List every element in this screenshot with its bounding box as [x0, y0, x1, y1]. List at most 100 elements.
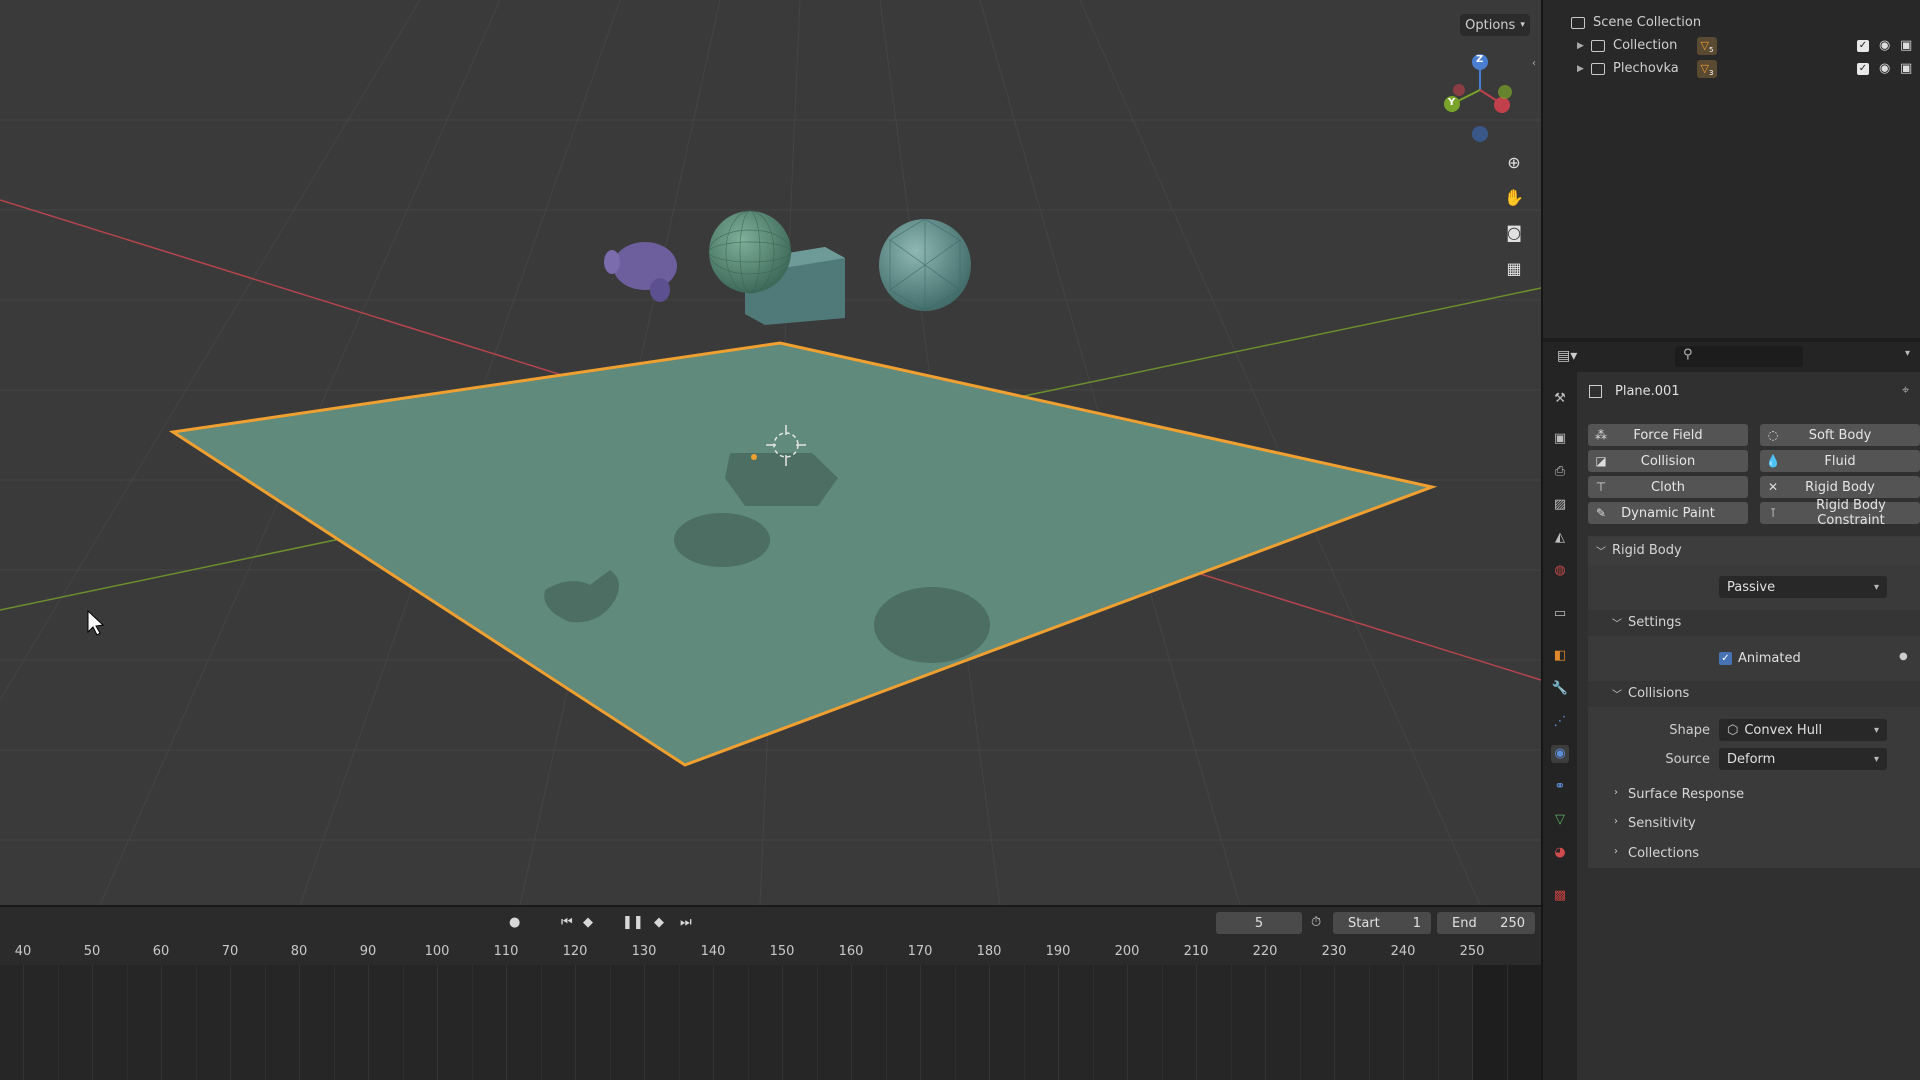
render-camera-icon[interactable]: ▣ [1900, 38, 1912, 53]
particles-tab-icon[interactable]: ⋰ [1551, 713, 1569, 731]
ruler-gridline [1265, 965, 1266, 1080]
ruler-tick-label: 70 [221, 944, 239, 959]
type-dropdown[interactable]: Passive ▾ [1719, 576, 1887, 598]
pan-hand-icon[interactable]: ✋ [1500, 183, 1528, 211]
collection-icon [1591, 39, 1605, 52]
keyframe-dot-icon[interactable]: ● [1899, 651, 1908, 662]
ruler-gridline [920, 965, 921, 1080]
view-layer-tab-icon[interactable]: ▨ [1551, 496, 1569, 514]
shape-dropdown[interactable]: ⬡ Convex Hull ▾ [1719, 719, 1887, 741]
scene-tab-icon[interactable]: ◭ [1551, 529, 1569, 547]
stopwatch-icon[interactable]: ⏱ [1311, 915, 1321, 930]
collapse-sidebar-icon[interactable]: ‹ [1532, 58, 1536, 69]
ruler-tick-label: 210 [1183, 944, 1209, 959]
zoom-icon[interactable]: ⊕ [1500, 148, 1528, 176]
remove-x-icon: ✕ [1767, 480, 1779, 494]
modifier-tab-icon[interactable]: 🔧 [1551, 680, 1569, 698]
collisions-subpanel-header[interactable]: ﹀ Collisions [1588, 681, 1920, 707]
ruler-tick-label: 170 [907, 944, 933, 959]
expand-triangle-icon[interactable]: ▶ [1577, 41, 1591, 51]
ruler-gridline [92, 965, 93, 1080]
ruler-tick-label: 90 [359, 944, 377, 959]
chevron-right-icon: › [1614, 846, 1618, 857]
properties-search-input[interactable]: ⚲ [1675, 346, 1803, 367]
force-field-button[interactable]: ⁂ Force Field [1588, 424, 1748, 446]
rigid-body-remove-button[interactable]: ✕ Rigid Body [1760, 476, 1920, 498]
end-frame-field[interactable]: End 250 [1437, 912, 1535, 934]
tool-tab-icon[interactable]: ⚒ [1551, 390, 1569, 408]
sensitivity-subpanel[interactable]: › Sensitivity [1588, 812, 1920, 836]
animated-checkbox[interactable]: ✓ [1719, 652, 1732, 665]
texture-tab-icon[interactable]: ▩ [1551, 887, 1569, 905]
selected-plane [168, 341, 1438, 767]
ruler-tick-label: 150 [769, 944, 795, 959]
outliner-item-plechovka[interactable]: ▶ Plechovka ▽3 ✓ ◉ ▣ [1543, 57, 1920, 80]
output-tab-icon[interactable]: ⎙ [1551, 463, 1569, 481]
ruler-gridline [540, 965, 542, 1080]
ruler-tick-label: 140 [700, 944, 726, 959]
data-tab-icon[interactable]: ▽ [1551, 811, 1569, 829]
ruler-gridline [575, 965, 576, 1080]
exclude-checkbox[interactable]: ✓ [1857, 39, 1869, 52]
ruler-gridline [1437, 965, 1439, 1080]
dynamic-paint-button[interactable]: ✎ Dynamic Paint [1588, 502, 1748, 524]
render-tab-icon[interactable]: ▣ [1551, 430, 1569, 448]
world-tab-icon[interactable]: ◍ [1551, 562, 1569, 580]
ruler-tick-label: 180 [976, 944, 1002, 959]
timeline-keyframe-area[interactable] [0, 965, 1541, 1080]
current-frame-field[interactable]: 5 [1216, 912, 1302, 934]
outliner-item-collection[interactable]: ▶ Collection ▽5 ✓ ◉ ▣ [1543, 34, 1920, 57]
physics-tab-icon[interactable]: ◉ [1551, 745, 1569, 763]
record-icon[interactable]: ● [509, 915, 520, 930]
ruler-tick-label: 160 [838, 944, 864, 959]
prev-keyframe-icon[interactable]: ◆ [583, 915, 593, 930]
chevron-down-icon[interactable]: ▾ [1905, 348, 1910, 359]
soft-body-button[interactable]: ◌ Soft Body [1760, 424, 1920, 446]
mouse-cursor [87, 609, 105, 636]
uv-sphere-object [709, 211, 791, 293]
3d-viewport[interactable]: Options ▾ Z Y ⊕ ✋ ◙ ▦ ‹ [0, 0, 1541, 905]
outliner[interactable]: Scene Collection ▶ Collection ▽5 ✓ ◉ ▣ ▶… [1543, 0, 1920, 338]
exclude-checkbox[interactable]: ✓ [1857, 62, 1869, 75]
chevron-down-icon: ﹀ [1612, 690, 1622, 701]
collection-tab-icon[interactable]: ▭ [1551, 605, 1569, 623]
options-button[interactable]: Options ▾ [1460, 14, 1530, 36]
mesh-badge-icon[interactable]: ▽5 [1697, 36, 1717, 55]
shape-label: Shape [1669, 723, 1710, 738]
pause-icon[interactable]: ❚❚ [622, 915, 644, 930]
cloth-button[interactable]: ⊤ Cloth [1588, 476, 1748, 498]
ruler-gridline [747, 965, 749, 1080]
render-camera-icon[interactable]: ▣ [1900, 61, 1912, 76]
navigation-gizmo[interactable]: Z Y [1435, 50, 1515, 145]
eye-icon[interactable]: ◉ [1879, 38, 1890, 53]
ruler-gridline [1403, 965, 1404, 1080]
object-tab-icon[interactable]: ◧ [1551, 647, 1569, 665]
start-frame-field[interactable]: Start 1 [1333, 912, 1431, 934]
settings-subpanel-header[interactable]: ﹀ Settings [1588, 610, 1920, 636]
fluid-button[interactable]: 💧 Fluid [1760, 450, 1920, 472]
camera-view-icon[interactable]: ◙ [1500, 218, 1528, 246]
jump-end-icon[interactable]: ⏭ [680, 915, 692, 930]
source-dropdown[interactable]: Deform ▾ [1719, 748, 1887, 770]
ruler-gridline [126, 965, 128, 1080]
properties-header: ▤▾ ⚲ ▾ [1543, 342, 1920, 372]
jump-start-icon[interactable]: ⏮ [561, 915, 573, 930]
collections-subpanel[interactable]: › Collections [1588, 842, 1920, 866]
material-tab-icon[interactable]: ◕ [1551, 844, 1569, 862]
pin-icon[interactable]: ⌖ [1902, 383, 1909, 398]
timeline-ruler[interactable]: 40 50 60 70 80 90 100 110 120 130 140 150 160 170 180 1… [0, 937, 1541, 965]
scene-collection-row[interactable]: Scene Collection [1543, 11, 1920, 34]
rigid-body-panel-header[interactable]: ﹀ Rigid Body [1588, 537, 1920, 565]
expand-triangle-icon[interactable]: ▶ [1577, 64, 1591, 74]
next-keyframe-icon[interactable]: ◆ [654, 915, 664, 930]
mesh-badge-icon[interactable]: ▽3 [1697, 59, 1717, 78]
editor-type-icon[interactable]: ▤▾ [1557, 348, 1577, 364]
constraints-tab-icon[interactable]: ⚭ [1551, 778, 1569, 796]
ruler-gridline [644, 965, 645, 1080]
rigid-body-constraint-button[interactable]: ⊺ Rigid Body Constraint [1760, 498, 1920, 528]
surface-response-subpanel[interactable]: › Surface Response [1588, 783, 1920, 807]
ruler-gridline [1472, 965, 1473, 1080]
perspective-grid-icon[interactable]: ▦ [1500, 254, 1528, 282]
collision-button[interactable]: ◪ Collision [1588, 450, 1748, 472]
eye-icon[interactable]: ◉ [1879, 61, 1890, 76]
